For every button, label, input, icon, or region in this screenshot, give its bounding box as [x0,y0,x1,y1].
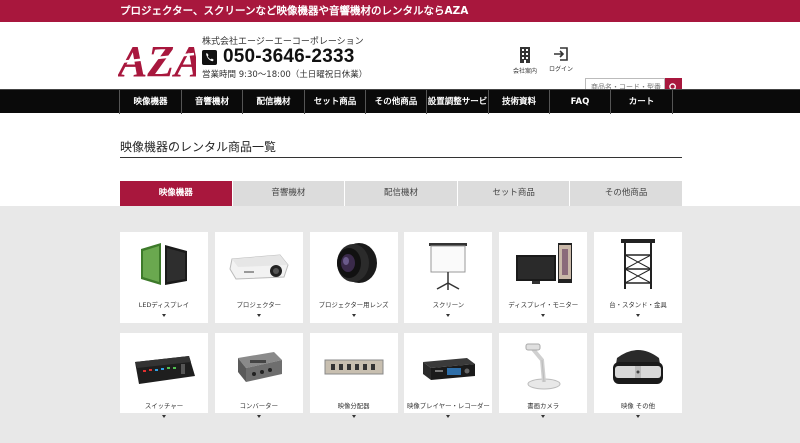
business-hours: 営業時間 9:30〜18:00（土日曜祝日休業） [202,70,368,80]
nav-item-video-equipment[interactable]: 映像機器 [120,90,182,114]
category-card-document-camera[interactable]: 書画カメラ [499,333,588,418]
screen-icon [429,243,468,290]
title-divider [120,157,682,158]
category-label: プロジェクター [236,301,282,309]
tab-audio-equipment[interactable]: 音響機材 [232,181,346,206]
phone-number[interactable]: 050-3646-2333 [202,46,355,68]
main-nav: 映像機器 音響機材 配信機材 セット商品 その他商品 設置調整サービス 技術資料… [0,89,800,131]
caret-down-icon [351,415,356,418]
caret-down-icon [635,415,640,418]
projector-icon [229,254,289,280]
converter-icon [237,352,282,382]
category-card-projector[interactable]: プロジェクター [214,232,303,323]
category-label: 映像プレイヤー・レコーダー [406,402,490,410]
caret-down-icon [541,415,546,418]
caret-down-icon [541,314,546,317]
projector-lens-icon [336,243,377,283]
caret-down-icon [162,314,166,317]
company-info-link[interactable]: 会社案内 [506,47,544,75]
category-card-projector-lens[interactable]: プロジェクター用レンズ [309,232,398,323]
switcher-icon [135,356,195,384]
category-grid-row-2: スイッチャー コンバーター 映像分配器 映像プレイヤー・レコーダー 書画カメラ … [120,333,682,418]
tab-set-products[interactable]: セット商品 [457,181,571,206]
site-header: AZA 株式会社エージーエーコーポレーション 050-3646-2333 営業時… [0,22,800,96]
category-label: ディスプレイ・モニター [508,301,579,309]
category-label: コンバーター [239,402,278,410]
category-label: 映像分配器 [337,402,370,410]
tab-video-equipment[interactable]: 映像機器 [120,181,233,206]
phone-icon [202,49,217,65]
login-link[interactable]: ログイン [542,47,580,73]
nav-item-technical-docs[interactable]: 技術資料 [489,90,550,114]
company-info-label: 会社案内 [512,68,537,75]
player-recorder-icon [423,358,476,380]
distributor-icon [324,359,384,375]
category-card-distributor[interactable]: 映像分配器 [309,333,398,418]
category-label: 書画カメラ [527,402,560,410]
category-tabs: 映像機器 音響機材 配信機材 セット商品 その他商品 [120,181,682,206]
caret-down-icon [256,415,261,418]
page-title: 映像機器のレンタル商品一覧 [120,140,277,154]
category-card-switcher[interactable]: スイッチャー [120,333,208,418]
nav-item-streaming-equipment[interactable]: 配信機材 [243,90,305,114]
category-label: プロジェクター用レンズ [318,301,389,309]
tab-streaming-equipment[interactable]: 配信機材 [345,181,458,206]
nav-item-audio-equipment[interactable]: 音響機材 [182,90,243,114]
top-banner: プロジェクター、スクリーンなど映像機器や音響機材のレンタルならAZA [0,0,800,22]
caret-down-icon [446,314,451,317]
stand-icon [620,239,655,289]
led-display-icon [141,243,187,285]
nav-item-set-products[interactable]: セット商品 [305,90,366,114]
caret-down-icon [256,314,261,317]
monitor-icon [516,243,573,284]
caret-down-icon [351,314,356,317]
login-icon [554,47,568,61]
nav-item-installation-service[interactable]: 設置調整サービス [427,90,489,131]
building-icon [520,47,530,63]
aza-logo[interactable]: AZA [118,32,196,84]
phone-number-text: 050-3646-2333 [223,46,355,67]
category-card-led-display[interactable]: LEDディスプレイ [120,232,208,323]
category-label: 台・スタンド・金具 [609,301,667,309]
category-card-video-other[interactable]: 映像 その他 [593,333,682,418]
nav-item-cart[interactable]: カート [611,90,673,114]
nav-item-faq[interactable]: FAQ [550,90,611,114]
category-label: スクリーン [432,301,465,309]
login-label: ログイン [548,66,573,73]
category-label: LEDディスプレイ [138,301,190,309]
caret-down-icon [162,415,166,418]
nav-item-other-products[interactable]: その他商品 [366,90,427,114]
document-camera-icon [525,343,561,390]
category-card-monitor[interactable]: ディスプレイ・モニター [499,232,588,323]
caret-down-icon [635,314,640,317]
category-grid: LEDディスプレイ プロジェクター プロジェクター用レンズ スクリーン ディスプ… [120,232,682,323]
tab-other-products[interactable]: その他商品 [570,181,682,206]
category-card-player-recorder[interactable]: 映像プレイヤー・レコーダー [404,333,493,418]
category-card-converter[interactable]: コンバーター [214,333,303,418]
category-card-screen[interactable]: スクリーン [404,232,493,323]
category-label: スイッチャー [144,402,184,410]
caret-down-icon [446,415,451,418]
category-label: 映像 その他 [620,402,655,410]
category-card-stand[interactable]: 台・スタンド・金具 [593,232,682,323]
vr-headset-icon [612,350,663,384]
